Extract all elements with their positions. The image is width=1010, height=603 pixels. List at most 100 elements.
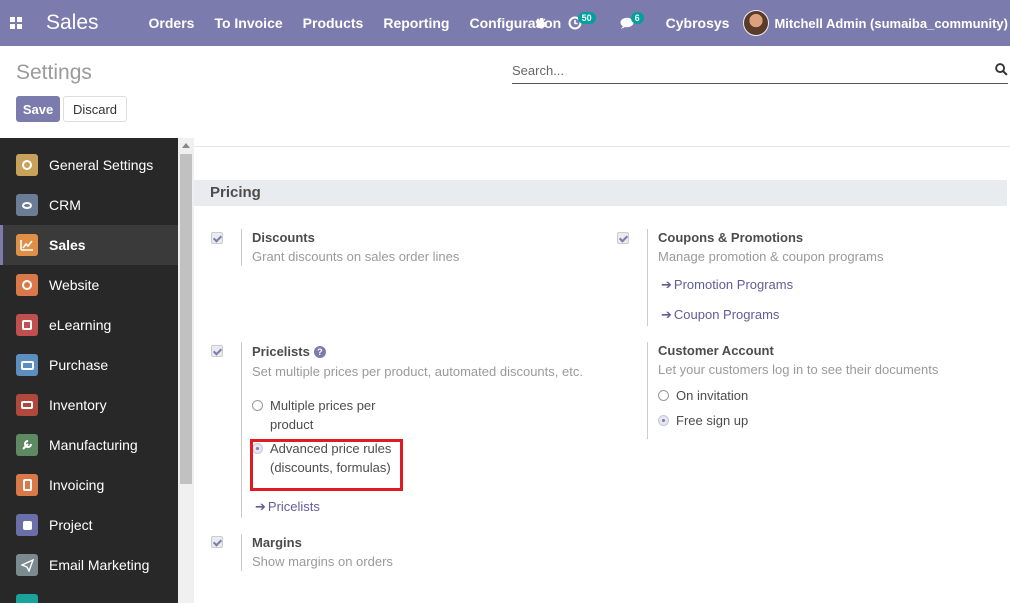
margins-title: Margins [252, 535, 302, 550]
message-count-badge: 6 [630, 12, 644, 24]
gear-icon [16, 154, 38, 176]
sidebar-item-label: Sales [49, 237, 86, 253]
pricelists-title: Pricelists? [252, 344, 326, 359]
page-title: Settings [16, 61, 92, 84]
radio-on-invitation[interactable] [658, 390, 669, 401]
wrench-icon [16, 434, 38, 456]
arrow-right-icon: ➔ [661, 277, 672, 292]
sidebar-item-label: Website [49, 277, 100, 293]
sidebar-scrollbar[interactable] [178, 138, 194, 603]
sidebar-item-label: Inventory [49, 397, 107, 413]
sidebar-item-project[interactable]: Project [0, 505, 178, 545]
sidebar-item-crm[interactable]: CRM [0, 185, 178, 225]
app-brand[interactable]: Sales [46, 11, 99, 35]
divider [241, 534, 242, 571]
main-menu: Orders To Invoice Products Reporting Con… [139, 15, 572, 31]
sidebar-item-email-marketing[interactable]: Email Marketing [0, 545, 178, 585]
menu-to-invoice[interactable]: To Invoice [204, 15, 292, 31]
navbar-systray: 50 6 Cybrosys Mitchell Admin (sumaiba_co… [525, 0, 1010, 46]
search-input[interactable] [512, 58, 982, 82]
sidebar-item-partial[interactable] [0, 585, 178, 603]
margins-checkbox[interactable] [211, 536, 223, 548]
coupons-description: Manage promotion & coupon programs [658, 249, 884, 264]
messages-button[interactable]: 6 [620, 12, 648, 30]
coupons-title: Coupons & Promotions [658, 230, 804, 245]
help-icon[interactable]: ? [313, 346, 326, 358]
menu-orders[interactable]: Orders [139, 15, 205, 31]
divider [194, 146, 1010, 147]
globe-icon [16, 274, 38, 296]
link-label: Coupon Programs [673, 307, 780, 322]
discounts-title: Discounts [252, 230, 315, 245]
sidebar-item-purchase[interactable]: Purchase [0, 345, 178, 385]
pricelists-description: Set multiple prices per product, automat… [252, 364, 583, 379]
apps-menu-icon[interactable] [0, 0, 32, 46]
discard-button[interactable]: Discard [63, 96, 127, 122]
arrow-right-icon: ➔ [255, 499, 266, 514]
sidebar-item-elearning[interactable]: eLearning [0, 305, 178, 345]
sidebar-item-website[interactable]: Website [0, 265, 178, 305]
bug-icon[interactable] [535, 17, 548, 30]
discounts-checkbox[interactable] [211, 232, 223, 244]
divider [241, 342, 242, 518]
sidebar-item-sales[interactable]: Sales [0, 225, 178, 265]
sidebar-item-label: Project [49, 517, 93, 533]
radio-free-sign-up-label: Free sign up [676, 413, 749, 428]
label-line: product [270, 417, 314, 432]
sidebar-item-manufacturing[interactable]: Manufacturing [0, 425, 178, 465]
pricing-section-header: Pricing [194, 180, 1007, 206]
chart-icon [16, 234, 38, 256]
app-icon [16, 594, 38, 603]
handshake-icon [16, 194, 38, 216]
sidebar-item-label: eLearning [49, 317, 112, 333]
coupons-checkbox[interactable] [617, 232, 629, 244]
search-bar [512, 58, 1008, 84]
sidebar-item-label: Invoicing [49, 477, 105, 493]
user-menu[interactable]: Mitchell Admin (sumaiba_community) [743, 10, 1008, 36]
company-switcher[interactable]: Cybrosys [666, 15, 730, 31]
avatar [743, 10, 770, 36]
radio-multiple-prices[interactable] [252, 400, 263, 411]
radio-multiple-prices-label: Multiple prices per product [270, 396, 376, 434]
link-label: Promotion Programs [673, 277, 794, 292]
top-navbar: Sales Orders To Invoice Products Reporti… [0, 0, 1010, 46]
label-line: Multiple prices per [270, 398, 376, 413]
sidebar-item-label: General Settings [49, 157, 154, 173]
sidebar-item-general-settings[interactable]: General Settings [0, 145, 178, 185]
section-title: Pricing [210, 184, 261, 201]
divider [241, 229, 242, 266]
sidebar-item-label: Manufacturing [49, 437, 138, 453]
search-icon[interactable] [995, 63, 1008, 76]
sidebar-item-label: CRM [49, 197, 81, 213]
radio-free-sign-up[interactable] [658, 415, 669, 426]
sidebar-item-label: Purchase [49, 357, 109, 373]
customer-account-title: Customer Account [658, 343, 774, 358]
puzzle-icon [16, 514, 38, 536]
radio-on-invitation-label: On invitation [676, 388, 749, 403]
sidebar-item-invoicing[interactable]: Invoicing [0, 465, 178, 505]
link-label: Pricelists [267, 499, 320, 514]
menu-products[interactable]: Products [293, 15, 374, 31]
elearning-icon [16, 314, 38, 336]
promotion-programs-link[interactable]: ➔ Promotion Programs [661, 277, 793, 293]
discounts-description: Grant discounts on sales order lines [252, 249, 460, 264]
menu-reporting[interactable]: Reporting [373, 15, 459, 31]
coupon-programs-link[interactable]: ➔ Coupon Programs [661, 307, 779, 323]
save-button[interactable]: Save [16, 96, 60, 122]
scroll-up-arrow-icon[interactable] [182, 143, 190, 148]
activity-button[interactable]: 50 [568, 12, 600, 30]
user-name: Mitchell Admin (sumaiba_community) [774, 15, 1008, 31]
scroll-thumb[interactable] [180, 154, 192, 484]
activity-count-badge: 50 [577, 12, 596, 24]
margins-description: Show margins on orders [252, 554, 393, 569]
divider [647, 229, 648, 326]
highlight-box [250, 439, 403, 491]
settings-content: Pricing Discounts Grant discounts on sal… [194, 138, 1010, 603]
pricelists-link[interactable]: ➔ Pricelists [255, 499, 320, 515]
sidebar-item-inventory[interactable]: Inventory [0, 385, 178, 425]
pricelists-title-text: Pricelists [252, 344, 310, 359]
paper-plane-icon [16, 554, 38, 576]
pricelists-checkbox[interactable] [211, 345, 223, 357]
sidebar-item-label: Email Marketing [49, 557, 150, 573]
settings-sidebar: General Settings CRM Sales Website eLear… [0, 138, 178, 603]
